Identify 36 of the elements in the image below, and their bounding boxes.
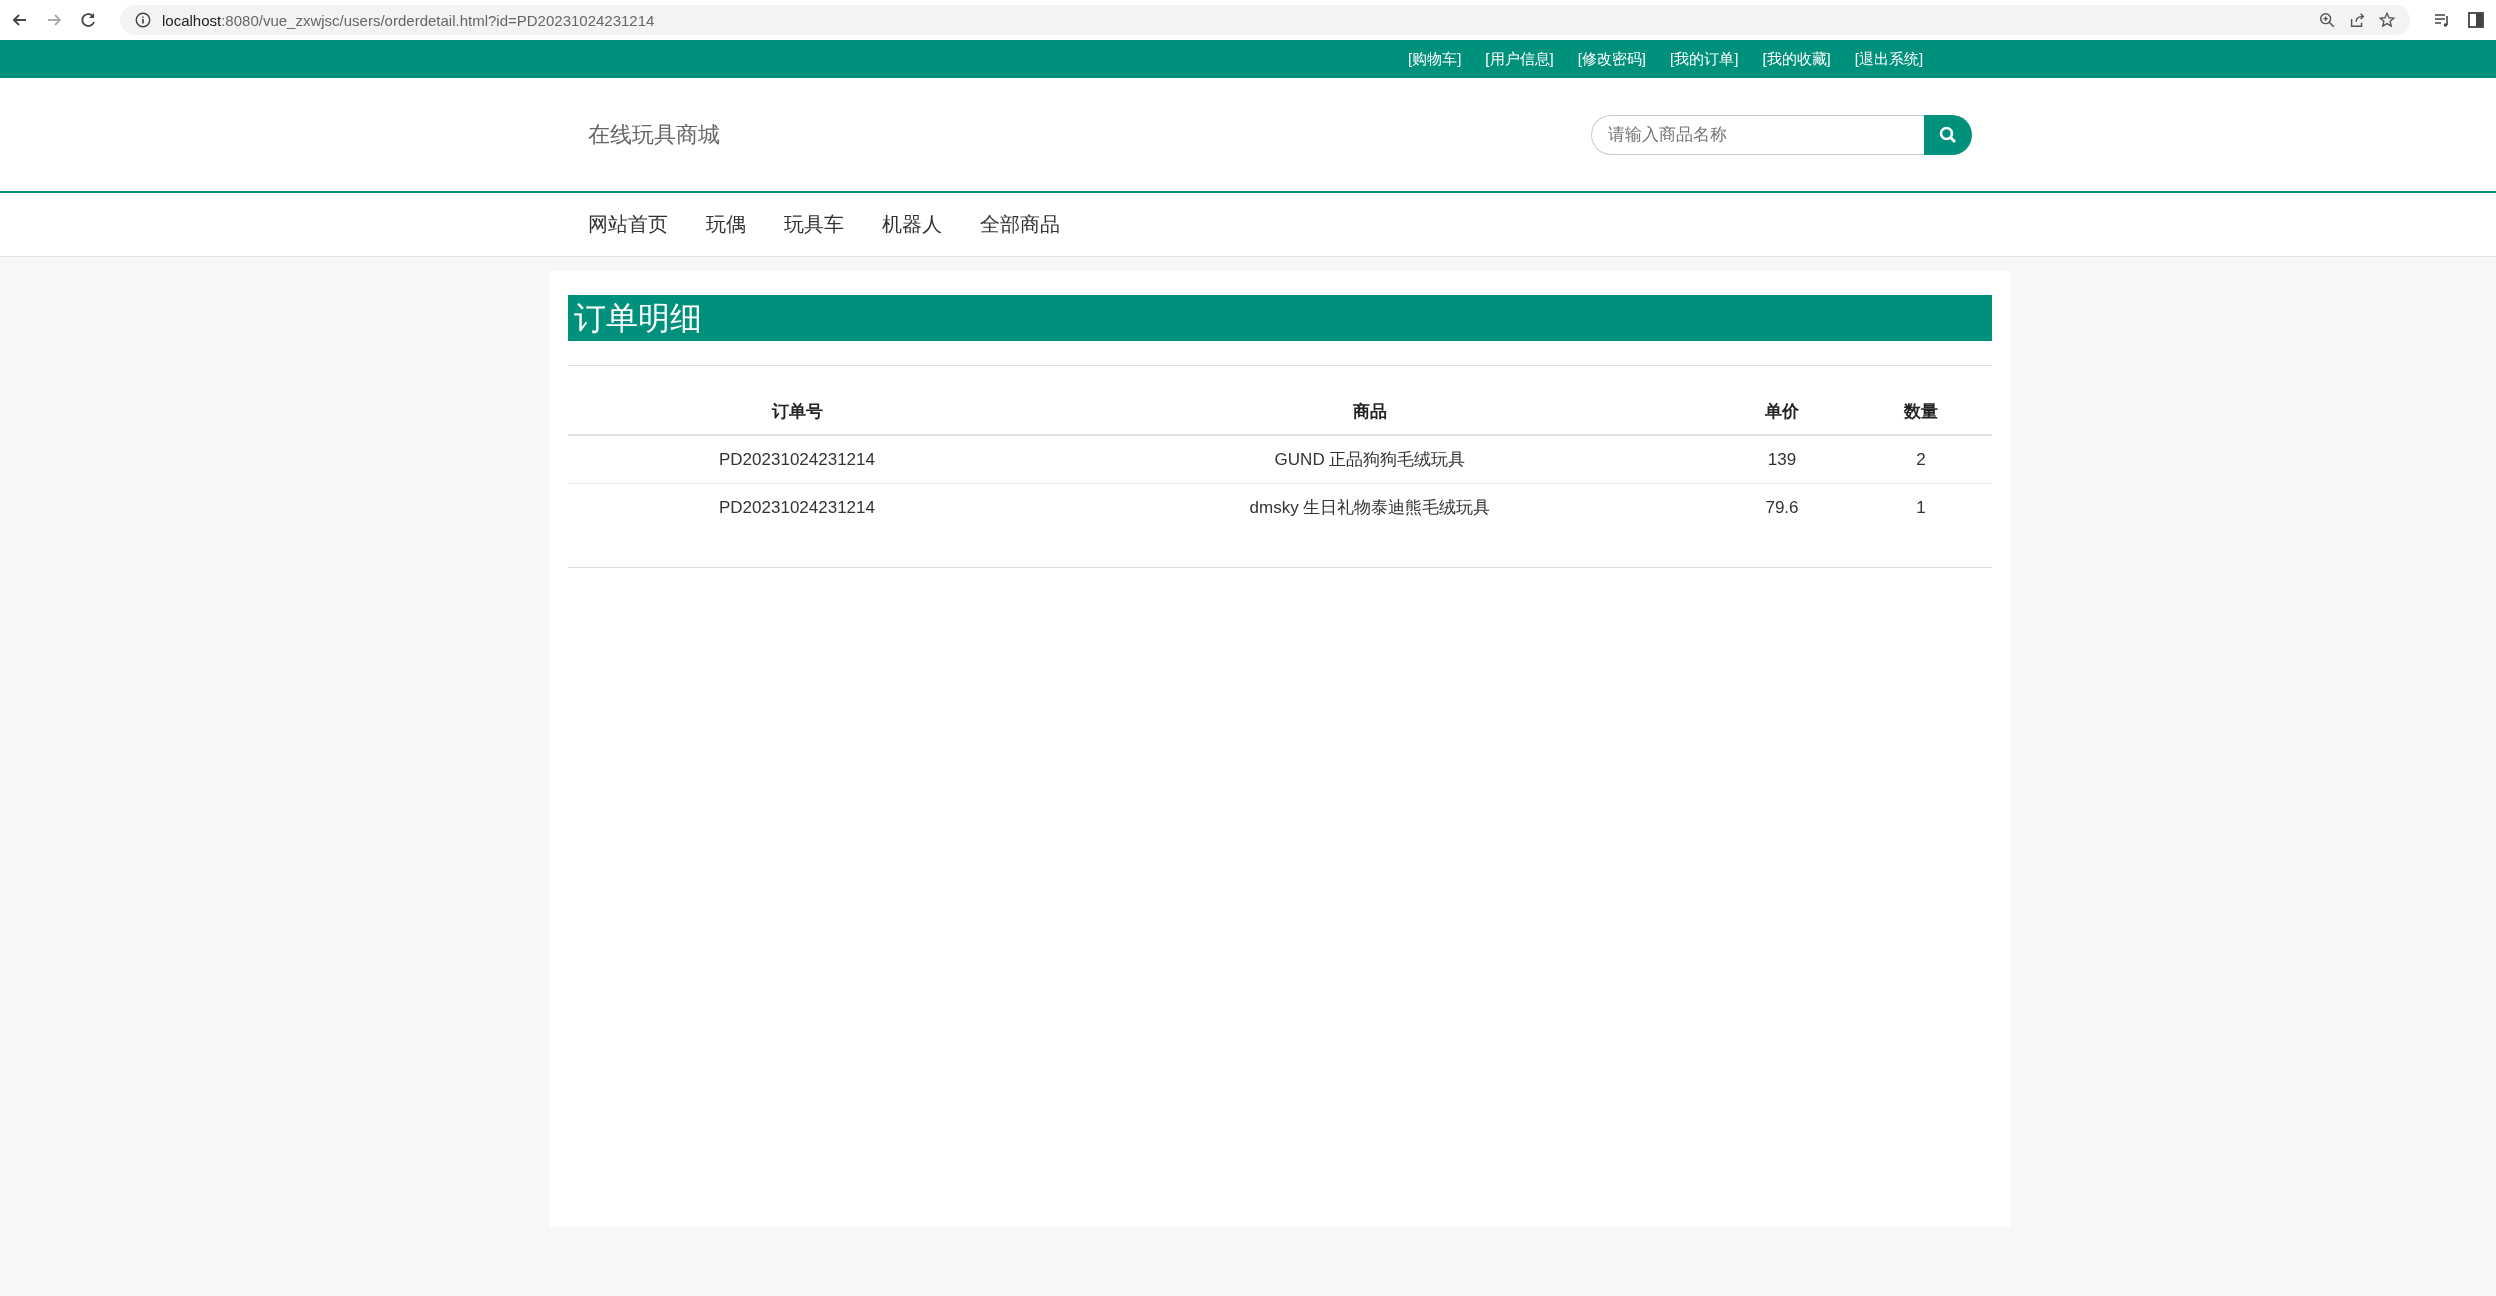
search-field[interactable]: 请输入商品名称 xyxy=(1591,114,1924,155)
nav-link[interactable]: 全部商品 xyxy=(980,211,1060,238)
top-link[interactable]: [我的订单] xyxy=(1670,49,1739,69)
sidebar-icon[interactable] xyxy=(2466,10,2486,30)
panel-title: 订单明细 xyxy=(568,295,1992,341)
share-icon[interactable] xyxy=(2348,11,2366,29)
nav-link[interactable]: 玩具车 xyxy=(784,211,844,238)
table-cell: dmsky 生日礼物泰迪熊毛绒玩具 xyxy=(1026,483,1714,531)
table-cell: 2 xyxy=(1850,435,1992,484)
column-header: 数量 xyxy=(1850,388,1992,435)
table-cell: PD20231024231214 xyxy=(568,435,1026,484)
top-link[interactable]: [修改密码] xyxy=(1577,49,1647,69)
column-header: 订单号 xyxy=(568,388,1026,435)
table-cell: PD20231024231214 xyxy=(568,483,1026,531)
site-logo: 在线玩具商城 xyxy=(588,120,720,149)
table-cell: 139 xyxy=(1714,435,1850,484)
column-header: 商品 xyxy=(1026,388,1714,435)
search-icon xyxy=(1938,124,1958,145)
url-text: localhost:8080/vue_zxwjsc/users/orderdetail.html?id=PD20231024231214 xyxy=(162,11,655,29)
nav-link[interactable]: 网站首页 xyxy=(588,211,668,238)
search-button[interactable] xyxy=(1924,114,1972,155)
top-link[interactable]: [退出系统] xyxy=(1854,49,1924,69)
address-bar[interactable]: localhost:8080/vue_zxwjsc/users/orderdetail.html?id=PD20231024231214 xyxy=(120,5,2410,35)
table-cell: 79.6 xyxy=(1714,483,1850,531)
reload-icon[interactable] xyxy=(78,10,98,30)
top-link[interactable]: [购物车] xyxy=(1408,49,1462,69)
column-header: 单价 xyxy=(1714,388,1850,435)
table-cell: 1 xyxy=(1850,483,1992,531)
table-cell: GUND 正品狗狗毛绒玩具 xyxy=(1026,435,1714,484)
star-icon[interactable] xyxy=(2378,11,2396,29)
top-link[interactable]: [我的收藏] xyxy=(1762,49,1831,69)
nav-link[interactable]: 机器人 xyxy=(882,211,942,238)
info-icon xyxy=(134,11,152,29)
top-link[interactable]: [用户信息] xyxy=(1485,49,1554,69)
zoom-icon[interactable] xyxy=(2318,11,2336,29)
nav-link[interactable]: 玩偶 xyxy=(706,211,746,238)
